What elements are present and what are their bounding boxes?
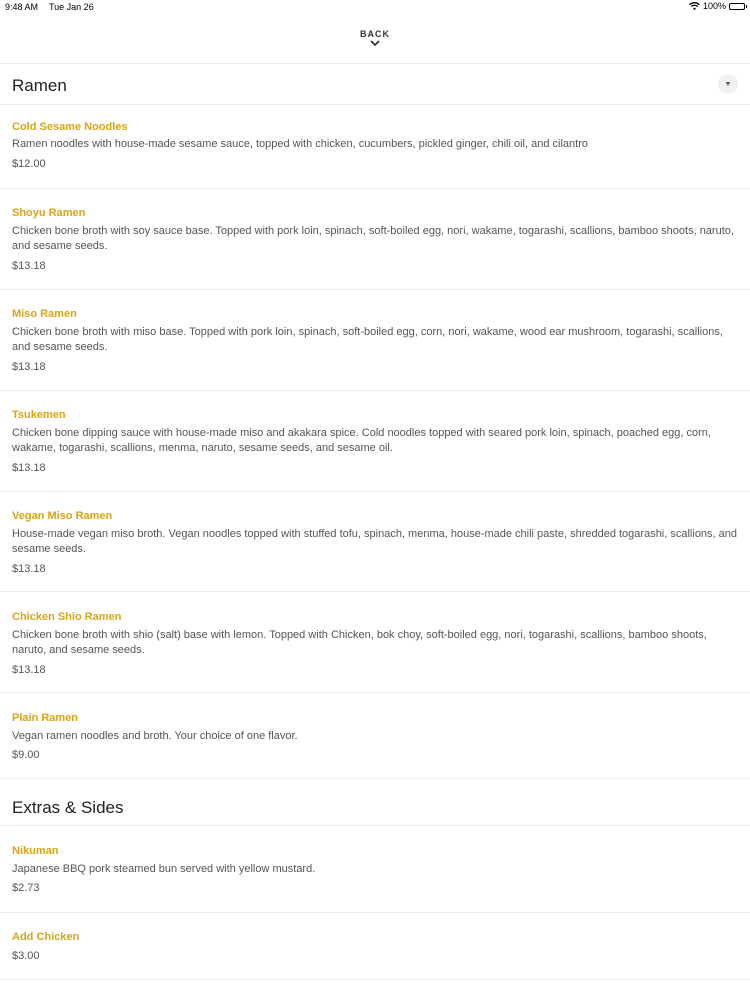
item-name: Add Chicken (12, 931, 80, 943)
battery-icon (729, 2, 747, 10)
item-name: Vegan Miso Ramen (12, 510, 113, 522)
back-button[interactable]: BACK (0, 26, 750, 62)
divider (0, 692, 750, 693)
section-title: Extras & Sides (12, 798, 124, 817)
wifi-icon (689, 2, 700, 10)
divider (0, 778, 750, 779)
item-price: $13.18 (12, 563, 46, 575)
item-name: Shoyu Ramen (12, 207, 86, 219)
divider (0, 390, 750, 391)
section-title: Ramen (12, 76, 67, 95)
item-name: Miso Ramen (12, 308, 77, 320)
caret-down-icon: ▼ (724, 80, 732, 88)
item-description: Ramen noodles with house-made sesame sau… (12, 138, 588, 150)
item-price: $13.18 (12, 260, 46, 272)
item-name: Nikuman (12, 845, 59, 857)
back-label: BACK (360, 29, 390, 39)
item-name: Plain Ramen (12, 712, 79, 724)
item-name: Tsukemen (12, 409, 66, 421)
status-bar: 9:48 AM Tue Jan 26 100% (0, 0, 750, 16)
divider (0, 591, 750, 592)
item-price: $13.18 (12, 462, 46, 474)
item-description: Chicken bone broth with soy sauce base. … (12, 225, 734, 252)
item-description: Vegan ramen noodles and broth. Your choi… (12, 730, 298, 742)
item-price: $2.73 (12, 882, 40, 894)
divider (0, 188, 750, 189)
item-price: $13.18 (12, 664, 46, 676)
divider (0, 104, 750, 105)
item-description: Japanese BBQ pork steamed bun served wit… (12, 863, 316, 875)
divider (0, 491, 750, 492)
item-description: Chicken bone broth with miso base. Toppe… (12, 326, 723, 353)
divider (0, 979, 750, 980)
item-price: $13.18 (12, 361, 46, 373)
item-description: Chicken bone broth with shio (salt) base… (12, 629, 707, 656)
item-name: Chicken Shio Ramen (12, 611, 122, 623)
divider (0, 825, 750, 826)
collapse-button[interactable]: ▼ (718, 74, 738, 94)
battery-percent: 100% (702, 1, 726, 11)
status-indicators: 100% (689, 1, 747, 11)
item-description: Chicken bone dipping sauce with house-ma… (12, 427, 711, 454)
chevron-down-icon (370, 40, 380, 46)
item-name: Cold Sesame Noodles (12, 121, 128, 133)
item-price: $12.00 (12, 158, 46, 170)
item-price: $3.00 (12, 950, 40, 962)
status-time: 9:48 AM (5, 2, 39, 12)
item-description: House-made vegan miso broth. Vegan noodl… (12, 528, 738, 555)
divider (0, 912, 750, 913)
header-divider (0, 63, 750, 64)
divider (0, 289, 750, 290)
status-date: Tue Jan 26 (49, 2, 94, 12)
item-price: $9.00 (12, 749, 40, 761)
